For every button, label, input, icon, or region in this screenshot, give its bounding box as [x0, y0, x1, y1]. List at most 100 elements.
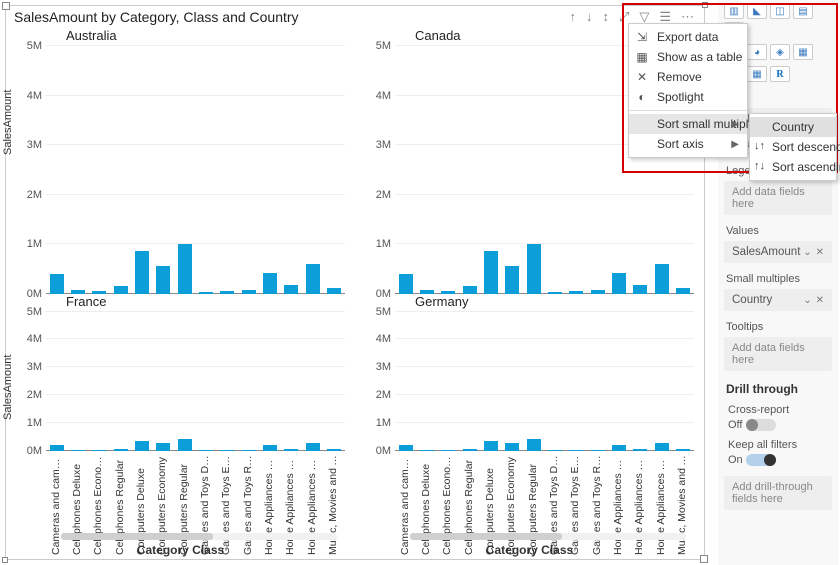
menu-show-as-table[interactable]: ▦Show as a table — [629, 47, 747, 67]
bar[interactable] — [612, 273, 626, 294]
bar[interactable] — [263, 273, 277, 294]
bar[interactable] — [220, 450, 234, 451]
close-icon[interactable]: ✕ — [816, 295, 824, 306]
multiple-cell-australia: AustraliaSalesAmount0M1M2M3M4M5M — [6, 28, 355, 294]
bar[interactable] — [676, 449, 690, 451]
menu-remove[interactable]: ✕Remove — [629, 67, 747, 87]
bar[interactable] — [633, 285, 647, 293]
legend-dropzone[interactable]: Add data fields here — [724, 181, 832, 215]
y-tick: 3M — [361, 139, 391, 151]
drillthrough-dropzone[interactable]: Add drill-through fields here — [724, 476, 832, 510]
bar[interactable] — [548, 450, 562, 451]
bar[interactable] — [505, 266, 519, 293]
bar[interactable] — [199, 450, 213, 451]
y-tick: 2M — [12, 189, 42, 201]
category-tick: Computers Deluxe — [135, 455, 149, 555]
tooltips-dropzone[interactable]: Add data fields here — [724, 337, 832, 371]
bar[interactable] — [484, 251, 498, 293]
drill-down-icon[interactable]: ↓ — [586, 9, 593, 25]
y-tick: 5M — [12, 40, 42, 52]
y-tick: 4M — [361, 90, 391, 102]
bar[interactable] — [441, 450, 455, 451]
category-tick: Home Appliances Regular — [655, 455, 669, 555]
bar[interactable] — [327, 449, 341, 451]
expand-icon[interactable]: ↕ — [602, 9, 609, 25]
keep-all-filters-state: On — [728, 454, 743, 466]
bar[interactable] — [463, 449, 477, 452]
table-icon: ▦ — [635, 50, 649, 64]
bar[interactable] — [484, 441, 498, 451]
bar[interactable] — [50, 445, 64, 451]
bar[interactable] — [612, 445, 626, 451]
bar[interactable] — [655, 264, 669, 294]
y-tick: 1M — [12, 417, 42, 429]
smallmultiples-field-country[interactable]: Country⌄✕ — [724, 289, 832, 311]
category-tick: Games and Toys Regular — [591, 455, 605, 555]
bar[interactable] — [50, 274, 64, 294]
bar[interactable] — [306, 264, 320, 294]
x-scrollbar[interactable] — [410, 533, 686, 540]
bar[interactable] — [114, 286, 128, 293]
visual-frame: SalesAmount by Category, Class and Count… — [5, 5, 705, 560]
bar[interactable] — [633, 449, 647, 452]
bar[interactable] — [284, 285, 298, 293]
menu-sort-axis[interactable]: Sort axis▶ — [629, 134, 747, 154]
category-tick: Home Appliances Econo… — [284, 455, 298, 555]
category-tick: Cameras and camcord… — [50, 455, 64, 555]
category-tick: Cell phones Deluxe — [420, 455, 434, 555]
category-tick: Computers Regular — [178, 455, 192, 555]
category-tick: Cell phones Regular — [463, 455, 477, 555]
category-tick: Games and Toys Economy — [220, 455, 234, 555]
category-axis-labels: Cameras and camcord…Cell phones DeluxeCe… — [395, 455, 694, 557]
drillthrough-heading: Drill through — [718, 374, 838, 400]
cross-report-toggle[interactable] — [746, 419, 776, 431]
bar[interactable] — [114, 449, 128, 452]
bar[interactable] — [527, 439, 541, 451]
bar[interactable] — [178, 244, 192, 294]
bar[interactable] — [591, 450, 605, 451]
y-tick: 5M — [361, 306, 391, 318]
values-field-salesamount[interactable]: SalesAmount⌄✕ — [724, 241, 832, 263]
drill-up-icon[interactable]: ↑ — [569, 9, 576, 25]
bar[interactable] — [71, 450, 85, 451]
bar[interactable] — [505, 443, 519, 451]
category-tick: Computers Economy — [505, 455, 519, 555]
bar[interactable] — [284, 449, 298, 452]
bar[interactable] — [527, 244, 541, 294]
bar[interactable] — [306, 443, 320, 451]
x-scrollbar[interactable] — [61, 533, 337, 540]
bar[interactable] — [420, 450, 434, 451]
submenu-sort-by-country[interactable]: Country — [750, 117, 836, 137]
bar[interactable] — [156, 443, 170, 451]
bar[interactable] — [263, 445, 277, 451]
category-tick: Music, Movies and Audio… — [676, 455, 690, 555]
bar[interactable] — [655, 443, 669, 451]
submenu-sort-descending[interactable]: ↓↑Sort descending — [750, 137, 836, 157]
chevron-down-icon[interactable]: ⌄ — [803, 247, 811, 258]
bar[interactable] — [399, 445, 413, 451]
close-icon[interactable]: ✕ — [816, 247, 824, 258]
sort-asc-icon: ↑↓ — [754, 160, 765, 172]
small-multiples-grid: AustraliaSalesAmount0M1M2M3M4M5MCanada0M… — [6, 28, 704, 559]
category-tick: Games and Toys Economy — [569, 455, 583, 555]
y-tick: 2M — [12, 389, 42, 401]
bar[interactable] — [92, 450, 106, 451]
bar[interactable] — [463, 286, 477, 293]
bar[interactable] — [135, 441, 149, 451]
bar[interactable] — [569, 450, 583, 451]
bar[interactable] — [156, 266, 170, 293]
menu-spotlight[interactable]: ◐Spotlight — [629, 87, 747, 107]
bar[interactable] — [242, 450, 256, 451]
bar[interactable] — [178, 439, 192, 451]
menu-export-data[interactable]: ⇲Export data — [629, 27, 747, 47]
keep-all-filters-toggle[interactable] — [746, 454, 776, 466]
bar[interactable] — [399, 274, 413, 294]
chevron-down-icon[interactable]: ⌄ — [803, 295, 811, 306]
cross-report-label: Cross-report — [728, 404, 828, 416]
bar[interactable] — [135, 251, 149, 293]
submenu-sort-ascending[interactable]: ↑↓Sort ascending — [750, 157, 836, 177]
multiple-cell-germany: Germany0M1M2M3M4M5MCameras and camcord…C… — [355, 294, 704, 560]
y-tick: 3M — [12, 361, 42, 373]
menu-sort-small-multiples[interactable]: Sort small multiples▶ — [629, 114, 747, 134]
bar-group — [46, 312, 345, 452]
